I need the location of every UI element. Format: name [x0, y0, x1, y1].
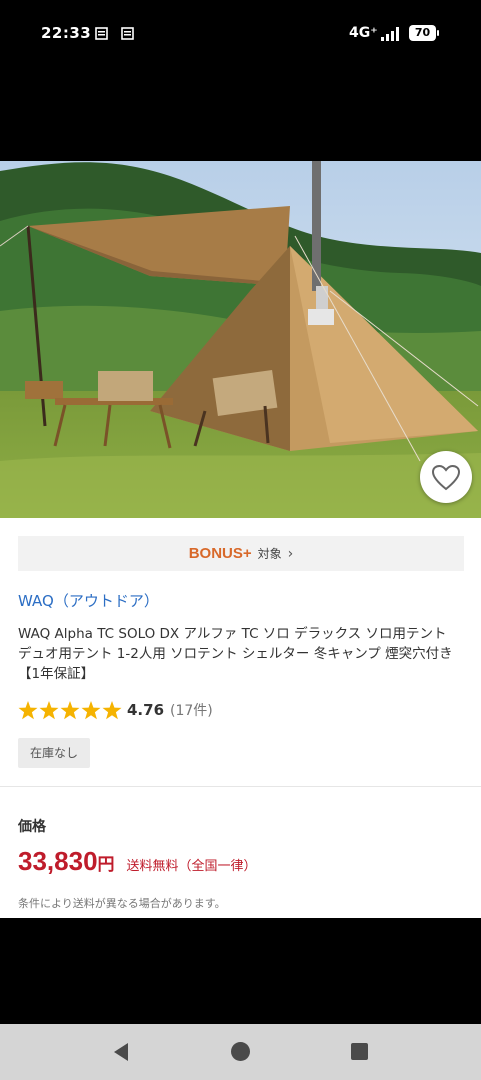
tent-photo	[0, 161, 481, 518]
review-count: (17件)	[170, 703, 213, 719]
shipping-note: 条件により送料が異なる場合があります。	[18, 897, 226, 910]
star-icon	[18, 700, 38, 719]
star-icon	[102, 700, 122, 719]
notification-icon	[121, 27, 134, 40]
heart-icon	[431, 464, 461, 490]
star-icon	[60, 700, 80, 719]
rating[interactable]: 4.76 (17件)	[18, 700, 213, 720]
chevron-right-icon: ›	[287, 545, 294, 562]
signal-icon	[381, 27, 399, 41]
price-value: 33,830	[18, 846, 98, 876]
brand-link[interactable]: WAQ（アウトドア）	[18, 590, 159, 611]
product-info: BONUS+ 対象 › WAQ（アウトドア） WAQ Alpha TC SOLO…	[0, 518, 481, 918]
stock-badge: 在庫なし	[18, 738, 90, 768]
notification-icon	[95, 27, 108, 40]
star-icon	[39, 700, 59, 719]
home-icon[interactable]	[231, 1042, 250, 1061]
bonus-logo: BONUS+	[188, 545, 252, 562]
network-type: 4G⁺	[349, 25, 378, 41]
battery-level: 70	[414, 26, 431, 39]
battery-tip	[437, 30, 439, 36]
recent-apps-icon[interactable]	[351, 1043, 368, 1060]
status-time: 22:33	[41, 24, 92, 42]
divider	[0, 786, 481, 787]
rating-score: 4.76	[127, 701, 165, 719]
product-title: WAQ Alpha TC SOLO DX アルファ TC ソロ デラックス ソロ…	[18, 626, 453, 682]
shipping-info: 送料無料（全国一律）	[126, 859, 257, 874]
favorite-button[interactable]	[420, 451, 472, 503]
bonus-banner[interactable]: BONUS+ 対象 ›	[18, 536, 464, 571]
bonus-label: 対象	[257, 547, 282, 561]
price-row: 33,830 円 送料無料（全国一律）	[18, 846, 257, 877]
star-icon	[81, 700, 101, 719]
price-label: 価格	[18, 819, 46, 835]
battery-icon: 70	[409, 25, 436, 41]
product-image[interactable]	[0, 161, 481, 518]
price-unit: 円	[97, 855, 115, 875]
back-icon[interactable]	[112, 1042, 130, 1062]
star-rating	[18, 700, 122, 720]
status-bar: 22:33 4G⁺ 70	[0, 0, 481, 68]
